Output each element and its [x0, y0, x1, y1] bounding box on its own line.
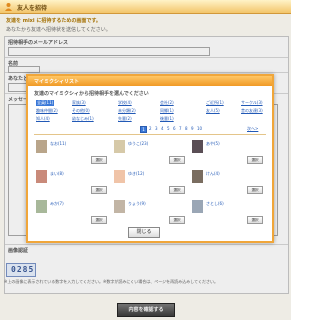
friend-name[interactable]: さとし(6) [206, 201, 224, 207]
friend-card: まい(8) 選択 [34, 168, 109, 196]
page-link[interactable]: 4 [161, 126, 164, 131]
friend-photo[interactable] [114, 200, 125, 213]
category-item[interactable]: 同郷(1) [160, 108, 174, 114]
next-page-link[interactable]: 次へ> [247, 126, 258, 132]
friend-name[interactable]: ゆうこ(23) [128, 141, 148, 147]
page-link[interactable]: 10 [197, 126, 202, 131]
category-item[interactable]: 昔の友達(3) [241, 108, 263, 114]
friend-photo[interactable] [192, 170, 203, 183]
page-link-current[interactable]: 1 [140, 126, 147, 133]
category-item[interactable]: 未分類(2) [118, 108, 136, 114]
friend-photo[interactable] [36, 170, 47, 183]
friend-name[interactable]: みか(7) [50, 201, 64, 207]
page-title: 友人を招待 [17, 5, 48, 12]
category-all[interactable]: 全員(11) [36, 100, 55, 106]
divider [34, 134, 266, 135]
friend-name[interactable]: あや(5) [206, 141, 220, 147]
select-button[interactable]: 選択 [169, 156, 185, 164]
select-button[interactable]: 選択 [91, 156, 107, 164]
category-item[interactable]: 友人(5) [206, 108, 220, 114]
friend-card: ゆき(12) 選択 [112, 168, 187, 196]
category-item[interactable]: その他(0) [72, 108, 90, 114]
close-button[interactable]: 閉じる [128, 227, 160, 238]
category-item[interactable]: 先輩(2) [118, 116, 132, 122]
friend-name[interactable]: まい(8) [50, 171, 64, 177]
friend-photo[interactable] [36, 200, 47, 213]
friend-card: みか(7) 選択 [34, 198, 109, 226]
page-link[interactable]: 2 [149, 126, 152, 131]
friend-photo[interactable] [114, 170, 125, 183]
invite-page: 友人を招待 友達を mixi に招待するための画面です。 あなたから友達へ招待状… [0, 0, 291, 320]
page-header: 友人を招待 [0, 0, 291, 14]
page-link[interactable]: 9 [191, 126, 194, 131]
friend-card: ゆうこ(23) 選択 [112, 138, 187, 166]
person-icon [5, 3, 12, 11]
page-link[interactable]: 6 [173, 126, 176, 131]
select-button[interactable]: 選択 [247, 156, 263, 164]
select-button[interactable]: 選択 [169, 186, 185, 194]
friend-name[interactable]: ゆき(12) [128, 171, 144, 177]
page-link[interactable]: 3 [155, 126, 158, 131]
category-item[interactable]: 会社(2) [160, 100, 174, 106]
friend-photo[interactable] [192, 200, 203, 213]
modal-titlebar: マイミクシィリスト [28, 76, 272, 86]
category-item[interactable]: 学校(4) [118, 100, 132, 106]
select-button[interactable]: 選択 [247, 186, 263, 194]
friend-card: りょう(9) 選択 [112, 198, 187, 226]
category-item[interactable]: 知人(4) [36, 116, 50, 122]
friend-grid: なお(11) 選択 ゆうこ(23) 選択 あや(5) 選択 まい(8) 選択 ゆ… [34, 138, 266, 226]
friend-card: けん(4) 選択 [190, 168, 265, 196]
page-link[interactable]: 8 [185, 126, 188, 131]
select-button[interactable]: 選択 [91, 186, 107, 194]
friend-photo[interactable] [114, 140, 125, 153]
friend-list-modal: マイミクシィリスト 友達のマイミクシィから招待相手を選んでください 全員(11)… [26, 74, 274, 243]
friend-name[interactable]: なお(11) [50, 141, 66, 147]
category-item[interactable]: 後輩(1) [160, 116, 174, 122]
category-item[interactable]: ご近所(1) [206, 100, 224, 106]
friend-card: なお(11) 選択 [34, 138, 109, 166]
select-button[interactable]: 選択 [247, 216, 263, 224]
friend-photo[interactable] [192, 140, 203, 153]
modal-title: マイミクシィリスト [34, 79, 80, 85]
modal-instruction: 友達のマイミクシィから招待相手を選んでください [34, 91, 149, 97]
category-item[interactable]: 家族(3) [72, 100, 86, 106]
friend-card: あや(5) 選択 [190, 138, 265, 166]
select-button[interactable]: 選択 [91, 216, 107, 224]
category-list: 全員(11) 家族(3) 学校(4) 会社(2) ご近所(1) サークル(3) … [36, 100, 266, 122]
category-item[interactable]: 趣味仲間(2) [36, 108, 58, 114]
category-item[interactable]: 幼なじみ(1) [72, 116, 94, 122]
category-item[interactable]: サークル(3) [241, 100, 263, 106]
page-link[interactable]: 7 [179, 126, 182, 131]
friend-name[interactable]: けん(4) [206, 171, 220, 177]
page-link[interactable]: 5 [167, 126, 170, 131]
friend-card: さとし(6) 選択 [190, 198, 265, 226]
select-button[interactable]: 選択 [169, 216, 185, 224]
friend-name[interactable]: りょう(9) [128, 201, 146, 207]
friend-photo[interactable] [36, 140, 47, 153]
